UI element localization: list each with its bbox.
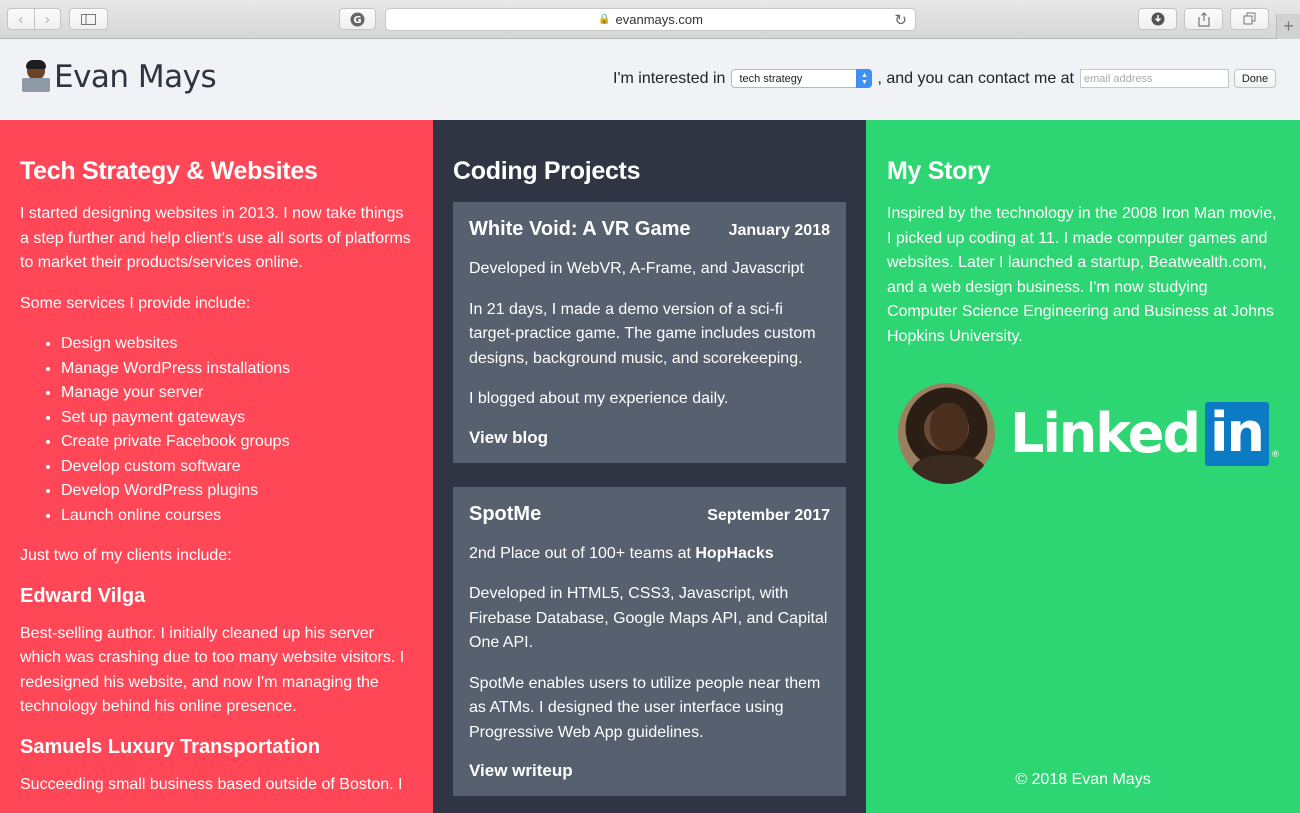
- project-award: 2nd Place out of 100+ teams at HopHacks: [469, 542, 830, 567]
- project-card: SpotMe September 2017 2nd Place out of 1…: [453, 486, 846, 796]
- linkedin-logo-icon[interactable]: Linked in ®: [1009, 401, 1280, 466]
- chevron-left-icon: ‹: [18, 10, 24, 28]
- tech-intro: I started designing websites in 2013. I …: [20, 205, 411, 271]
- sidebar-button[interactable]: [69, 8, 108, 30]
- download-icon: [1151, 12, 1164, 26]
- client-name: Samuels Luxury Transportation: [20, 735, 321, 758]
- client-name: Edward Vilga: [20, 584, 146, 607]
- contact-form: I'm interested in tech strategy ▲ ▼ , and…: [613, 69, 1276, 88]
- nav-buttons: ‹ ›: [7, 8, 61, 30]
- site-header: Evan Mays I'm interested in tech strateg…: [0, 39, 1300, 120]
- logo[interactable]: Evan Mays: [21, 59, 217, 95]
- view-writeup-link[interactable]: View writeup: [469, 761, 830, 781]
- tech-strategy-column: Tech Strategy & Websites I started desig…: [0, 120, 433, 813]
- project-title: White Void: A VR Game: [469, 218, 691, 240]
- contact-label: , and you can contact me at: [877, 69, 1074, 87]
- reload-icon[interactable]: ↻: [894, 11, 907, 29]
- tabs-button[interactable]: [1230, 8, 1269, 30]
- url-text: evanmays.com: [615, 12, 703, 27]
- sidebar-icon: [81, 13, 96, 25]
- client-description: Best-selling author. I initially cleaned…: [20, 624, 405, 716]
- project-card: White Void: A VR Game January 2018 Devel…: [453, 202, 846, 463]
- done-button[interactable]: Done: [1234, 69, 1276, 88]
- extension-button[interactable]: G: [339, 8, 376, 30]
- new-tab-button[interactable]: +: [1276, 14, 1300, 39]
- footer-copyright: © 2018 Evan Mays: [1015, 771, 1151, 788]
- project-title: SpotMe: [469, 502, 542, 525]
- browser-toolbar: ‹ › G 🔒 evanmays.com ↻ +: [0, 0, 1300, 39]
- client-description: Succeeding small business based outside …: [20, 775, 403, 793]
- technologist-emoji-icon: [21, 60, 51, 94]
- project-description: SpotMe enables users to utilize people n…: [469, 674, 821, 741]
- profile-photo[interactable]: [898, 383, 995, 484]
- project-date: January 2018: [728, 222, 830, 239]
- project-tech: Developed in WebVR, A-Frame, and Javascr…: [469, 260, 804, 277]
- grammarly-icon: G: [350, 12, 365, 26]
- story-text: Inspired by the technology in the 2008 I…: [887, 205, 1277, 345]
- coding-projects-title: Coding Projects: [453, 157, 641, 185]
- project-description: In 21 days, I made a demo version of a s…: [469, 300, 816, 367]
- linkedin-in-badge: in: [1205, 401, 1269, 466]
- award-text: 2nd Place out of 100+ teams at: [469, 544, 696, 562]
- lock-icon: 🔒: [598, 14, 611, 25]
- registered-mark: ®: [1271, 449, 1280, 460]
- list-item: Set up payment gateways: [61, 406, 413, 431]
- list-item: Manage your server: [61, 381, 413, 406]
- list-item: Manage WordPress installations: [61, 357, 413, 382]
- coding-projects-column: Coding Projects White Void: A VR Game Ja…: [433, 120, 866, 813]
- list-item: Design websites: [61, 332, 413, 357]
- logo-text: Evan Mays: [54, 59, 217, 95]
- services-intro: Some services I provide include:: [20, 294, 251, 312]
- list-item: Create private Facebook groups: [61, 430, 413, 455]
- project-tech: Developed in HTML5, CSS3, Javascript, wi…: [469, 585, 828, 651]
- forward-button[interactable]: ›: [33, 9, 61, 29]
- view-blog-link[interactable]: View blog: [469, 428, 830, 448]
- select-arrows-icon: ▲ ▼: [856, 69, 873, 88]
- address-bar[interactable]: 🔒 evanmays.com ↻: [385, 8, 916, 31]
- interest-select[interactable]: tech strategy ▲ ▼: [731, 69, 873, 88]
- email-field[interactable]: email address: [1080, 69, 1229, 88]
- share-icon: [1197, 11, 1210, 27]
- back-button[interactable]: ‹: [8, 9, 34, 29]
- hophacks-text: HopHacks: [695, 544, 774, 562]
- list-item: Develop custom software: [61, 455, 413, 480]
- linkedin-text: Linked: [1009, 402, 1201, 465]
- social-links: Linked in ®: [898, 383, 1280, 484]
- tabs-icon: [1243, 12, 1255, 25]
- project-date: September 2017: [707, 506, 830, 524]
- svg-text:G: G: [353, 15, 361, 26]
- share-button[interactable]: [1184, 8, 1223, 30]
- list-item: Launch online courses: [61, 504, 413, 529]
- interest-selected-value: tech strategy: [739, 72, 803, 85]
- project-note: I blogged about my experience daily.: [469, 390, 729, 407]
- my-story-column: My Story Inspired by the technology in t…: [866, 120, 1300, 813]
- downloads-button[interactable]: [1138, 8, 1177, 30]
- services-list: Design websites Manage WordPress install…: [61, 332, 413, 528]
- list-item: Develop WordPress plugins: [61, 479, 413, 504]
- tech-strategy-title: Tech Strategy & Websites: [20, 157, 318, 185]
- my-story-title: My Story: [887, 157, 991, 185]
- clients-intro: Just two of my clients include:: [20, 547, 232, 564]
- chevron-right-icon: ›: [44, 10, 50, 28]
- interest-label: I'm interested in: [613, 69, 726, 87]
- plus-icon: +: [1283, 16, 1294, 36]
